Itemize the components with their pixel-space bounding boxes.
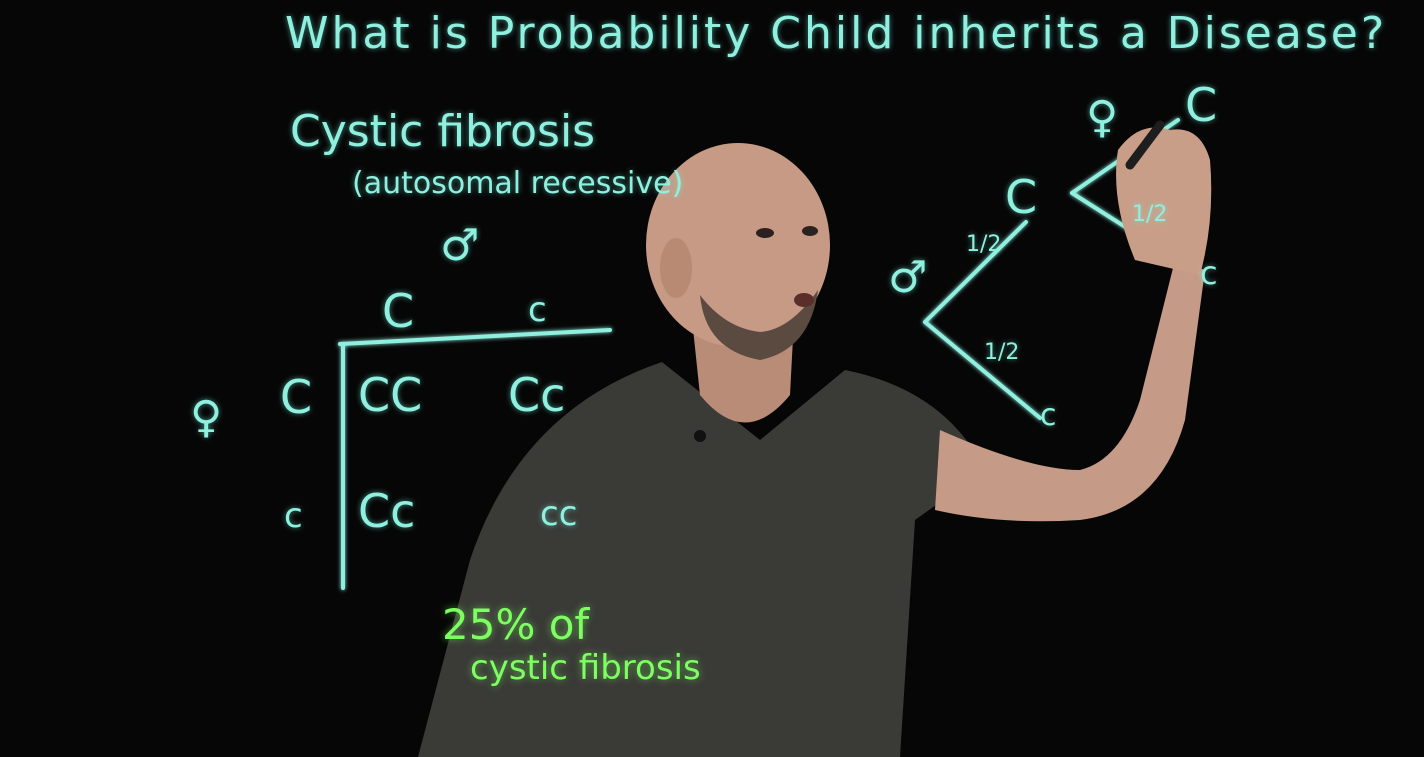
punnett-male-allele-2: c [528, 290, 547, 330]
punnett-female-symbol: ♀ [190, 392, 223, 443]
tree-female-branch-C: C [1185, 78, 1218, 132]
tree-male-prob-lower: 1/2 [984, 340, 1020, 365]
punnett-male-allele-1: C [382, 284, 415, 338]
tree-male-symbol: ♂ [888, 252, 928, 303]
presenter-shirt [418, 362, 985, 757]
punnett-cell-Cc-top: Cc [508, 368, 566, 422]
tree-female-symbol: ♀ [1086, 92, 1119, 143]
tree-female-prob: 1/2 [1132, 202, 1168, 227]
presenter-right-eye [802, 226, 818, 236]
punnett-male-symbol: ♂ [440, 220, 480, 271]
subject-inheritance-note: (autosomal recessive) [352, 166, 684, 201]
result-percentage: 25% of [442, 600, 590, 649]
punnett-cell-Cc-bottom: Cc [358, 484, 416, 538]
presenter-ear [660, 238, 692, 298]
punnett-female-allele-2: c [284, 496, 303, 536]
tree-female-branch-c: c [1200, 254, 1218, 292]
tree-male-lower-branch [923, 320, 1042, 420]
punnett-female-allele-1: C [280, 370, 313, 424]
result-disease: cystic fibrosis [470, 648, 701, 688]
board-title: What is Probability Child inherits a Dis… [285, 8, 1388, 59]
presenter-mouth [794, 293, 814, 307]
tree-male-branch-C: C [1005, 170, 1038, 224]
punnett-cell-CC: CC [358, 368, 423, 422]
lapel-microphone [694, 430, 706, 442]
lightboard: What is Probability Child inherits a Dis… [0, 0, 1424, 757]
subject-label: Cystic fibrosis [290, 106, 596, 157]
tree-male-branch-c: c [1040, 398, 1057, 433]
punnett-top-line [338, 328, 612, 346]
presenter-left-eye [756, 228, 774, 238]
punnett-cell-cc: cc [540, 494, 578, 534]
tree-male-prob-upper: 1/2 [966, 232, 1002, 257]
presenter-arm [935, 260, 1205, 522]
